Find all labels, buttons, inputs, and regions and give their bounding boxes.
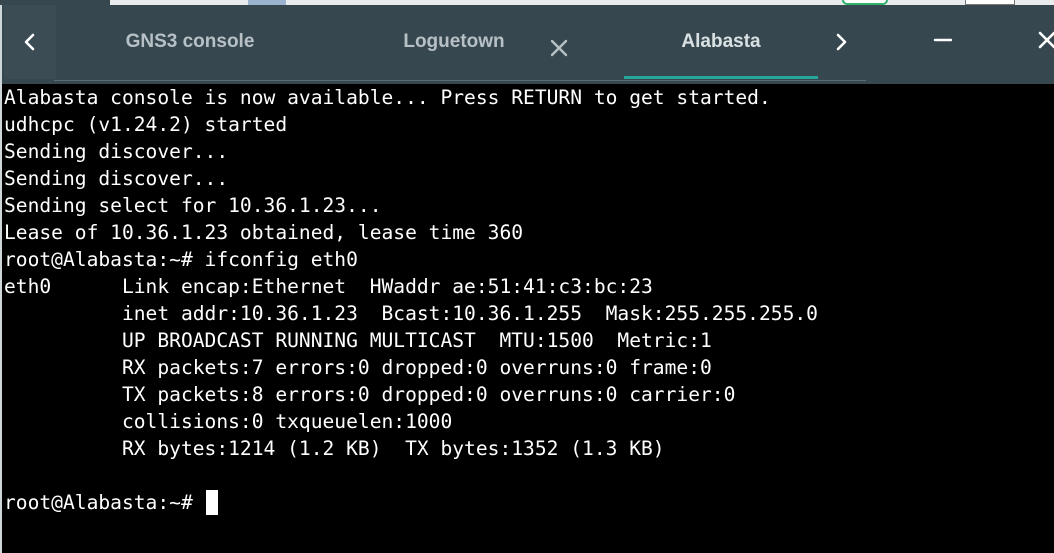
tab-bar-divider <box>54 80 866 81</box>
minus-icon <box>933 38 953 42</box>
tab-scroll-left-button[interactable] <box>4 5 56 79</box>
terminal-line: eth0 Link encap:Ethernet HWaddr ae:51:41… <box>4 275 653 298</box>
tab-gns3-console[interactable]: GNS3 console <box>90 5 290 79</box>
console-window: GNS3 console Loguetown Alabasta Alabasta… <box>0 0 1054 553</box>
tab-label: Loguetown <box>403 31 505 52</box>
terminal-line: Sending select for 10.36.1.23... <box>4 194 382 217</box>
terminal-line: Sending discover... <box>4 167 229 190</box>
tab-alabasta[interactable]: Alabasta <box>624 5 818 79</box>
terminal-line: root@Alabasta:~# ifconfig eth0 <box>4 248 358 271</box>
terminal-line: Lease of 10.36.1.23 obtained, lease time… <box>4 221 524 244</box>
terminal-line: UP BROADCAST RUNNING MULTICAST MTU:1500 … <box>4 329 712 352</box>
terminal-cursor <box>205 490 218 515</box>
chevron-right-icon <box>836 33 847 51</box>
tab-label: GNS3 console <box>125 31 255 52</box>
terminal-line: Alabasta console is now available... Pre… <box>4 86 771 109</box>
terminal-line: Sending discover... <box>4 140 229 163</box>
tab-label: Alabasta <box>681 31 761 52</box>
terminal-line: udhcpc (v1.24.2) started <box>4 113 288 136</box>
close-icon <box>1038 31 1054 49</box>
tab-close-button[interactable] <box>546 35 572 61</box>
terminal-line: inet addr:10.36.1.23 Bcast:10.36.1.255 M… <box>4 302 818 325</box>
close-window-button[interactable] <box>1032 25 1054 55</box>
active-tab-indicator <box>624 76 818 79</box>
tab-loguetown[interactable]: Loguetown <box>354 5 554 79</box>
minimize-button[interactable] <box>928 25 958 55</box>
close-icon <box>550 39 568 57</box>
terminal-prompt: root@Alabasta:~# <box>4 491 205 514</box>
terminal-prompt-line[interactable]: root@Alabasta:~# <box>4 489 218 516</box>
tab-scroll-right-button[interactable] <box>818 5 864 79</box>
tab-bar: GNS3 console Loguetown Alabasta <box>0 5 1054 84</box>
chevron-left-icon <box>24 33 35 51</box>
terminal-line: TX packets:8 errors:0 dropped:0 overruns… <box>4 383 736 406</box>
terminal-output[interactable]: Alabasta console is now available... Pre… <box>0 84 1054 553</box>
terminal-line: RX packets:7 errors:0 dropped:0 overruns… <box>4 356 712 379</box>
terminal-line: RX bytes:1214 (1.2 KB) TX bytes:1352 (1.… <box>4 437 665 460</box>
terminal-line: collisions:0 txqueuelen:1000 <box>4 410 453 433</box>
